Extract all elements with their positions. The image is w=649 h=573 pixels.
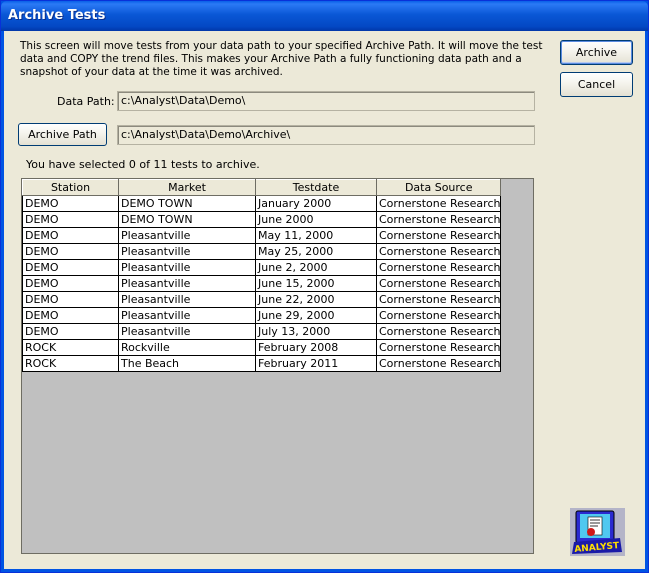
window-title: Archive Tests xyxy=(8,8,106,23)
table-row[interactable]: DEMO Pleasantville June 2, 2000 Cornerstone… xyxy=(22,259,502,276)
table-cell: DEMO xyxy=(22,243,119,260)
table-cell: June 29, 2000 xyxy=(255,307,377,324)
table-cell: DEMO xyxy=(22,259,119,276)
cancel-button-label: Cancel xyxy=(577,78,616,91)
table-cell: Pleasantville xyxy=(118,323,256,340)
table-cell: Cornerstone Research xyxy=(375,195,502,212)
table-row[interactable]: DEMO DEMO TOWN June 2000 Cornerstone Resear… xyxy=(22,211,502,228)
archive-button-label: Archive xyxy=(575,46,618,59)
table-cell: Pleasantville xyxy=(118,291,256,308)
table-row[interactable]: DEMO Pleasantville May 25, 2000 Cornerstone… xyxy=(22,243,502,260)
table-cell: DEMO xyxy=(22,307,119,324)
analyst-logo: ANALYST xyxy=(570,508,625,556)
table-row[interactable]: DEMO Pleasantville May 11, 2000 Cornerstone… xyxy=(22,227,502,244)
table-cell: May 25, 2000 xyxy=(255,243,377,260)
data-path-field[interactable]: c:\Analyst\Data\Demo\ xyxy=(117,91,535,111)
column-header[interactable]: Station xyxy=(22,179,119,196)
table-cell: DEMO TOWN xyxy=(118,195,256,212)
title-bar[interactable]: Archive Tests xyxy=(1,1,648,31)
archive-path-button[interactable]: Archive Path xyxy=(18,123,107,146)
table-cell: Cornerstone Research xyxy=(375,243,502,260)
table-cell: Cornerstone Research xyxy=(375,307,502,324)
table-row[interactable]: DEMO Pleasantville June 15, 2000 Cornerston… xyxy=(22,275,502,292)
analyst-monitor-icon: ANALYST xyxy=(572,510,622,555)
table-header-row: Station Market Testdate Data Source xyxy=(22,179,502,196)
table-cell: June 22, 2000 xyxy=(255,291,377,308)
table-cell: DEMO xyxy=(22,275,119,292)
table-cell: Pleasantville xyxy=(118,307,256,324)
table-cell: DEMO TOWN xyxy=(118,211,256,228)
table-cell: June 2000 xyxy=(255,211,377,228)
selection-status: You have selected 0 of 11 tests to archi… xyxy=(26,158,260,171)
table-cell: Cornerstone Research xyxy=(375,227,502,244)
table-cell: Pleasantville xyxy=(118,259,256,276)
table-cell: June 15, 2000 xyxy=(255,275,377,292)
table-cell: Pleasantville xyxy=(118,275,256,292)
table-cell: May 11, 2000 xyxy=(255,227,377,244)
table-cell: Cornerstone Research xyxy=(375,291,502,308)
table-cell: ROCK xyxy=(22,339,119,356)
archive-tests-window: Archive Tests This screen will move test… xyxy=(0,0,649,573)
table-cell: The Beach xyxy=(118,355,256,372)
table-cell: Cornerstone Research xyxy=(375,339,502,356)
table-cell: DEMO xyxy=(22,323,119,340)
table-row[interactable]: DEMO Pleasantville June 22, 2000 Cornerston… xyxy=(22,291,502,308)
table-cell: February 2008 xyxy=(255,339,377,356)
table-cell: Cornerstone Research xyxy=(375,275,502,292)
table-row[interactable]: DEMO Pleasantville June 29, 2000 Cornerston… xyxy=(22,307,502,324)
table-cell: Pleasantville xyxy=(118,243,256,260)
table-row[interactable]: DEMO DEMO TOWN January 2000 Cornerstone Res… xyxy=(22,195,502,212)
description-text: This screen will move tests from your da… xyxy=(20,40,543,78)
table-cell: DEMO xyxy=(22,195,119,212)
table-cell: January 2000 xyxy=(255,195,377,212)
table-cell: Cornerstone Research xyxy=(375,355,502,372)
data-path-label: Data Path: xyxy=(57,95,115,108)
column-header[interactable]: Testdate xyxy=(255,179,377,196)
archive-path-button-label: Archive Path xyxy=(28,128,97,141)
table-cell: ROCK xyxy=(22,355,119,372)
table-row[interactable]: DEMO Pleasantville July 13, 2000 Cornerston… xyxy=(22,323,502,340)
table-cell: Cornerstone Research xyxy=(375,211,502,228)
column-header[interactable]: Data Source xyxy=(375,179,502,196)
table-row[interactable]: ROCK The Beach February 2011 Cornerstone Re… xyxy=(22,355,502,372)
dialog-client-area: This screen will move tests from your da… xyxy=(4,31,645,569)
table-row[interactable]: ROCK Rockville February 2008 Cornerstone Re… xyxy=(22,339,502,356)
table-cell: Cornerstone Research xyxy=(375,259,502,276)
table-cell: DEMO xyxy=(22,211,119,228)
table-cell: February 2011 xyxy=(255,355,377,372)
archive-button[interactable]: Archive xyxy=(560,40,633,65)
table-cell: June 2, 2000 xyxy=(255,259,377,276)
tests-grid[interactable]: Station Market Testdate Data Source DEMO… xyxy=(21,178,534,554)
table-cell: July 13, 2000 xyxy=(255,323,377,340)
tests-table: Station Market Testdate Data Source DEMO… xyxy=(22,179,502,372)
table-cell: Cornerstone Research xyxy=(375,323,502,340)
archive-path-field[interactable]: c:\Analyst\Data\Demo\Archive\ xyxy=(117,125,535,145)
cancel-button[interactable]: Cancel xyxy=(560,72,633,97)
table-cell: DEMO xyxy=(22,227,119,244)
table-cell: Pleasantville xyxy=(118,227,256,244)
table-cell: DEMO xyxy=(22,291,119,308)
table-cell: Rockville xyxy=(118,339,256,356)
column-header[interactable]: Market xyxy=(118,179,256,196)
